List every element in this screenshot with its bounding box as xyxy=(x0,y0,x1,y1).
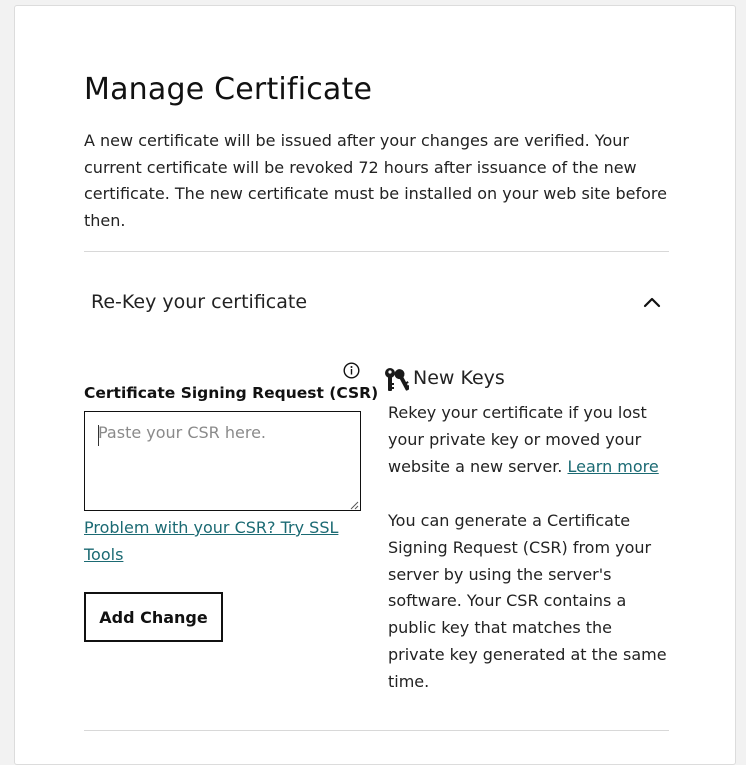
keys-icon xyxy=(385,368,409,391)
divider-bottom xyxy=(84,730,669,731)
csr-label: Certificate Signing Request (CSR) xyxy=(84,384,379,402)
chevron-up-icon[interactable] xyxy=(643,295,661,309)
manage-certificate-card: Manage Certificate A new certificate wil… xyxy=(14,5,736,765)
csr-help-link[interactable]: Problem with your CSR? Try SSL Tools xyxy=(84,514,354,568)
page-title: Manage Certificate xyxy=(84,72,373,107)
csr-generation-info: You can generate a Certificate Signing R… xyxy=(388,511,667,691)
intro-text: A new certificate will be issued after y… xyxy=(84,131,667,230)
new-keys-heading: New Keys xyxy=(413,367,505,389)
text-caret xyxy=(98,425,99,446)
rekey-section-header[interactable]: Re-Key your certificate xyxy=(84,281,669,327)
learn-more-link[interactable]: Learn more xyxy=(567,457,658,476)
resize-handle-icon[interactable] xyxy=(349,500,359,510)
rekey-section-title: Re-Key your certificate xyxy=(91,291,308,313)
divider-top xyxy=(84,251,669,252)
info-icon[interactable] xyxy=(343,362,360,379)
new-keys-description: Rekey your certificate if you lost your … xyxy=(388,400,673,480)
add-change-button[interactable]: Add Change xyxy=(84,592,223,642)
csr-input[interactable] xyxy=(84,411,361,511)
